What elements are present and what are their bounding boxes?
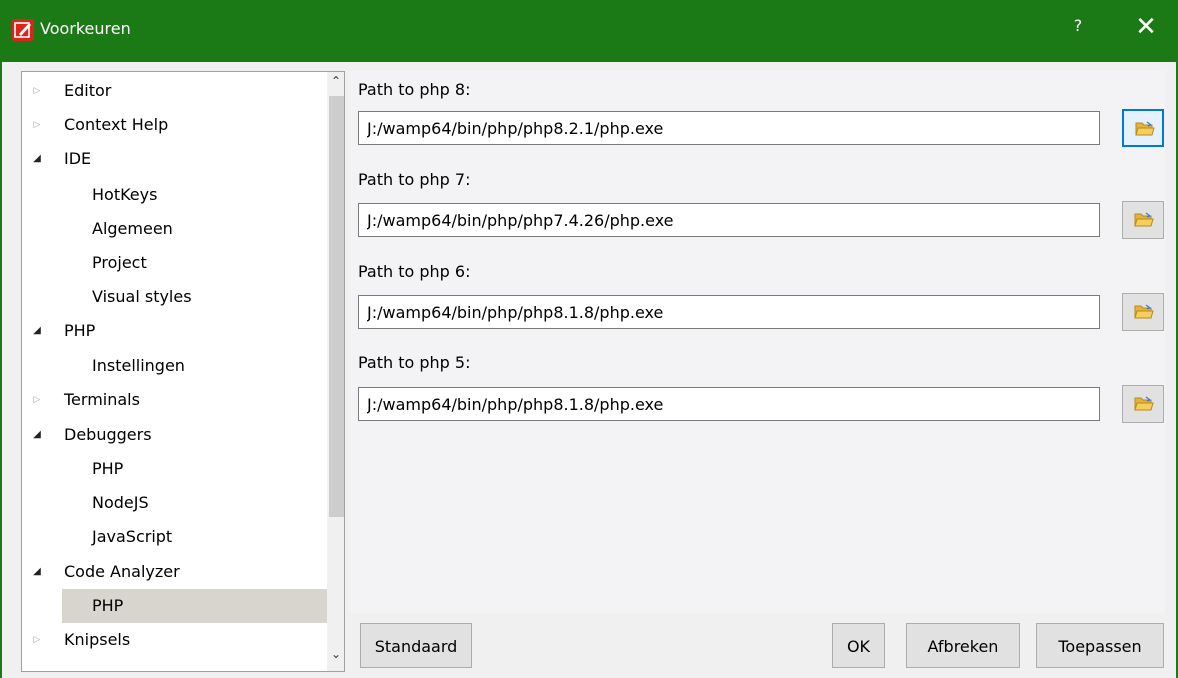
open-folder-icon — [1134, 396, 1154, 412]
php-settings-panel: Path to php 8: Path to php 7: Path to ph… — [350, 71, 1165, 613]
window-border-left — [0, 62, 2, 678]
scroll-up-icon[interactable]: ⌃ — [327, 74, 345, 94]
tree-item-label: Debuggers — [64, 418, 152, 452]
settings-tree[interactable]: ▷ Editor ▷ Context Help ◢ IDE HotKeys Al… — [21, 71, 345, 672]
php5-browse-button[interactable] — [1122, 385, 1164, 423]
php5-path-input[interactable] — [358, 387, 1100, 421]
window-title: Voorkeuren — [40, 19, 131, 38]
title-bar: Voorkeuren ? ✕ — [0, 0, 1178, 62]
default-button[interactable]: Standaard — [360, 623, 472, 668]
app-logo-icon — [12, 19, 34, 41]
tree-item-label: Terminals — [64, 383, 140, 417]
tree-item-label: Code Analyzer — [64, 555, 180, 589]
cancel-button[interactable]: Afbreken — [906, 623, 1020, 668]
tree-item-label: PHP — [64, 314, 95, 348]
php7-path-label: Path to php 7: — [358, 170, 471, 189]
tree-item-label: PHP — [92, 589, 123, 623]
tree-item-code-analyzer-php[interactable]: PHP — [62, 589, 327, 623]
scroll-down-icon[interactable]: ⌄ — [327, 647, 345, 667]
open-folder-icon — [1134, 304, 1154, 320]
tree-item-label: Editor — [64, 74, 111, 108]
expand-arrow-icon[interactable]: ▷ — [30, 623, 44, 657]
tree-item-label: Instellingen — [92, 349, 185, 383]
help-button[interactable]: ? — [1068, 16, 1088, 35]
collapse-arrow-icon[interactable]: ◢ — [30, 418, 44, 452]
tree-item-label: Algemeen — [92, 212, 173, 246]
close-button[interactable]: ✕ — [1131, 12, 1161, 42]
php5-path-label: Path to php 5: — [358, 353, 471, 372]
expand-arrow-icon[interactable]: ▷ — [30, 108, 44, 142]
php8-browse-button[interactable] — [1122, 109, 1164, 147]
open-folder-icon — [1135, 121, 1155, 137]
tree-item-label: PHP — [92, 452, 123, 486]
php8-path-input[interactable] — [358, 111, 1100, 145]
tree-item-label: Context Help — [64, 108, 168, 142]
expand-arrow-icon[interactable]: ▷ — [30, 74, 44, 108]
php6-path-input[interactable] — [358, 295, 1100, 329]
php7-path-input[interactable] — [358, 203, 1100, 237]
scroll-thumb[interactable] — [329, 96, 344, 517]
tree-item-label: HotKeys — [92, 178, 157, 212]
ok-button[interactable]: OK — [832, 623, 885, 668]
tree-item-label: Project — [92, 246, 147, 280]
php8-path-label: Path to php 8: — [358, 80, 471, 99]
collapse-arrow-icon[interactable]: ◢ — [30, 314, 44, 348]
tree-item-label: NodeJS — [92, 486, 149, 520]
php7-browse-button[interactable] — [1122, 201, 1164, 239]
expand-arrow-icon[interactable]: ▷ — [30, 383, 44, 417]
tree-item-label: IDE — [64, 142, 91, 176]
collapse-arrow-icon[interactable]: ◢ — [30, 142, 44, 176]
apply-button[interactable]: Toepassen — [1036, 623, 1164, 668]
tree-item-label: Visual styles — [92, 280, 192, 314]
php6-path-label: Path to php 6: — [358, 262, 471, 281]
tree-item-label: JavaScript — [92, 520, 172, 554]
tree-item-label: Knipsels — [64, 623, 130, 657]
collapse-arrow-icon[interactable]: ◢ — [30, 555, 44, 589]
tree-scrollbar[interactable]: ⌃ ⌄ — [327, 72, 345, 671]
php6-browse-button[interactable] — [1122, 293, 1164, 331]
open-folder-icon — [1134, 212, 1154, 228]
